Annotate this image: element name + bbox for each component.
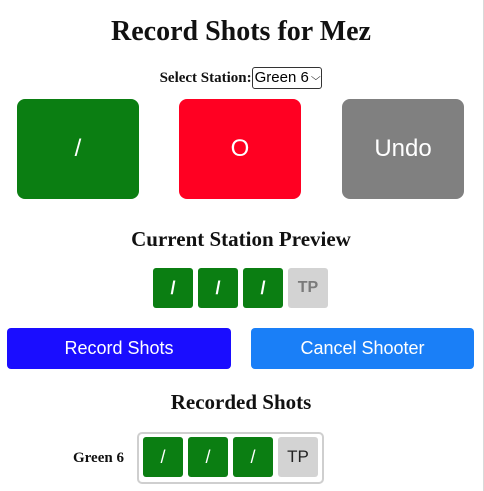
recorded-shot-2: / bbox=[188, 437, 228, 477]
undo-button[interactable]: Undo bbox=[342, 99, 464, 199]
recorded-shot-1: / bbox=[143, 437, 183, 477]
hit-button[interactable]: / bbox=[17, 99, 139, 199]
preview-shot-2: / bbox=[198, 268, 238, 308]
miss-button[interactable]: O bbox=[179, 99, 301, 199]
recorded-shot-4: TP bbox=[278, 437, 318, 477]
station-select-value: Green 6 bbox=[254, 68, 309, 86]
cancel-shooter-button[interactable]: Cancel Shooter bbox=[251, 328, 474, 369]
recorded-station-label: Green 6 bbox=[73, 450, 124, 466]
chevron-down-icon: ⌵ bbox=[310, 71, 321, 83]
station-selector-row: Select Station: Green 6 ⌵ bbox=[0, 66, 482, 89]
record-shots-button[interactable]: Record Shots bbox=[7, 328, 231, 369]
preview-section-title: Current Station Preview bbox=[131, 227, 351, 251]
recorded-section-title: Recorded Shots bbox=[170, 390, 312, 414]
preview-shot-3: / bbox=[243, 268, 283, 308]
page-title: Record Shots for Mez bbox=[111, 16, 371, 47]
preview-shot-4: TP bbox=[288, 268, 328, 308]
station-select[interactable]: Green 6 ⌵ bbox=[251, 66, 323, 89]
preview-shot-1: / bbox=[153, 268, 193, 308]
station-select-label: Select Station: bbox=[159, 70, 252, 86]
recorded-shot-3: / bbox=[233, 437, 273, 477]
